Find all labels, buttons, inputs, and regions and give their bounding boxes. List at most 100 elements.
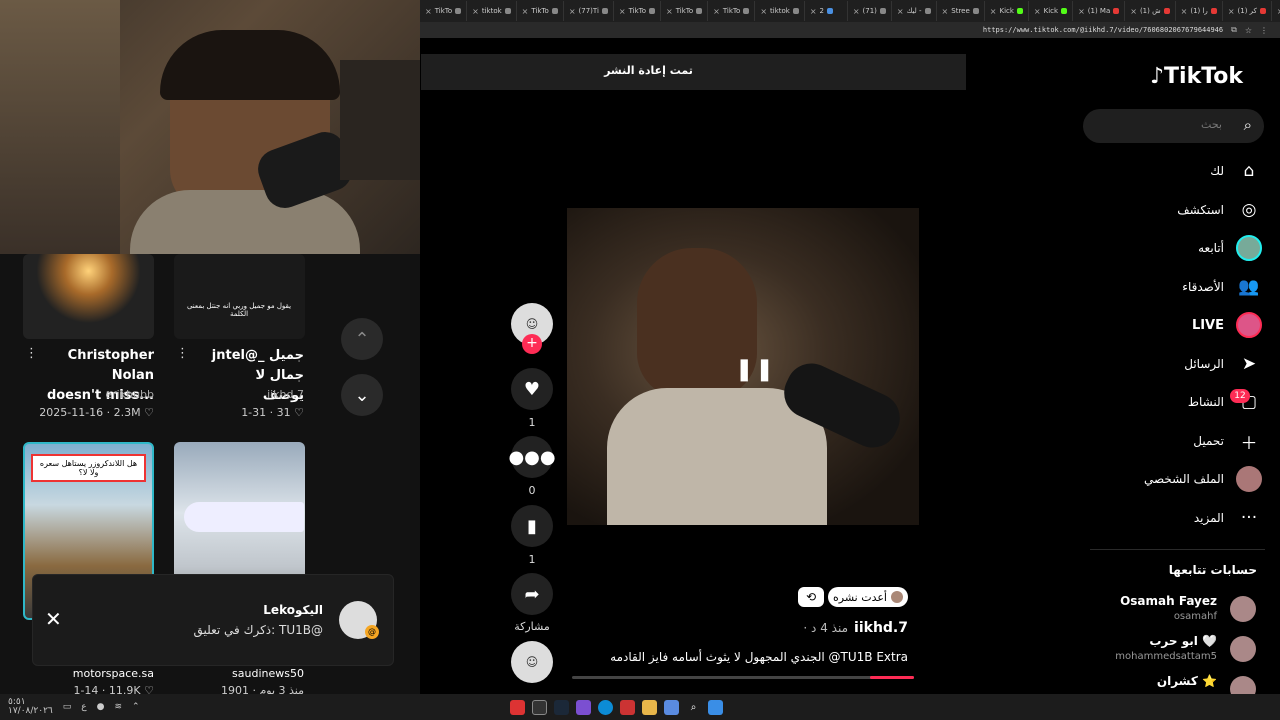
avatar[interactable] xyxy=(1230,596,1256,622)
tab-label: tiktok xyxy=(481,7,502,15)
browser-tab[interactable]: × TikTo xyxy=(517,1,564,21)
browser-tab[interactable]: × TikTo xyxy=(661,1,709,21)
close-tab-icon[interactable]: × xyxy=(425,7,432,16)
comment-button[interactable]: ●●● xyxy=(508,436,556,478)
folder-icon[interactable] xyxy=(642,699,657,715)
steam-icon[interactable] xyxy=(554,699,569,715)
tab-favicon-icon xyxy=(504,8,511,14)
close-tab-icon[interactable]: × xyxy=(666,7,673,16)
chevron-up-icon[interactable]: ⌃ xyxy=(132,702,140,712)
taskbar-apps: ⌕ xyxy=(510,699,723,715)
browser-tab[interactable]: × tiktok xyxy=(755,1,805,21)
person-shirt xyxy=(130,190,360,254)
card-2-author[interactable]: iikhd.7 xyxy=(267,388,304,401)
following-list: Osamah Fayez osamahf ابو حرب 🤍 mohammedsatt… xyxy=(1080,0,1280,694)
browser-tab[interactable]: × TikTo xyxy=(614,1,662,21)
following-handle: osamahf xyxy=(1173,611,1217,622)
edge-icon[interactable] xyxy=(598,699,613,715)
browser-tab[interactable]: × 2 xyxy=(805,1,848,21)
browser-tab[interactable]: × Kick xyxy=(1029,1,1074,21)
card-1-title-line1: Christopher Nolan xyxy=(67,348,154,383)
app-icon-blue[interactable] xyxy=(664,699,679,715)
close-tab-icon[interactable]: × xyxy=(942,7,949,16)
tab-label: (77)Ti xyxy=(578,7,599,15)
toast-text: تمت إعادة النشر xyxy=(604,64,693,77)
close-tab-icon[interactable]: × xyxy=(472,7,479,16)
notification-message: ذكرك في تعليق: TU1B@ xyxy=(193,623,323,637)
sound-avatar[interactable]: ☺ xyxy=(511,641,553,683)
card-4-author[interactable]: saudinews50 xyxy=(232,667,304,680)
scroll-up-button[interactable]: ⌃ xyxy=(341,318,383,360)
notification-icon[interactable]: ▭ xyxy=(63,702,72,712)
browser-tab[interactable]: × Kick xyxy=(985,1,1029,21)
pause-icon[interactable]: ❚❚ xyxy=(735,357,776,382)
close-tab-icon[interactable]: × xyxy=(713,7,720,16)
close-tab-icon[interactable]: × xyxy=(897,7,904,16)
following-name[interactable]: Osamah Fayez xyxy=(1120,594,1217,608)
app-icon-purple[interactable] xyxy=(576,699,591,715)
windows-start-icon[interactable] xyxy=(708,699,723,715)
language-icon[interactable]: ع xyxy=(81,702,86,712)
browser-tab[interactable]: × (71) xyxy=(848,1,892,21)
close-tab-icon[interactable]: × xyxy=(990,7,997,16)
video-author[interactable]: iikhd.7 xyxy=(854,620,908,636)
following-handle: mohammedsattam5 xyxy=(1115,651,1217,662)
tab-label: TikTo xyxy=(722,7,741,15)
person-hair xyxy=(160,30,340,100)
mention-notification[interactable]: ✕ @ Lekoاليكو ذكرك في تعليق: TU1B@ xyxy=(32,574,394,666)
app-icon-task[interactable] xyxy=(532,699,547,715)
close-tab-icon[interactable]: × xyxy=(810,7,817,16)
tab-favicon-icon xyxy=(792,8,799,14)
thumbnail-1[interactable] xyxy=(23,254,154,339)
tab-label: Kick xyxy=(999,7,1014,15)
close-tab-icon[interactable]: × xyxy=(760,7,767,16)
thumbnail-2[interactable]: يقول مو جميل وربي انه جنتل بمعنى الكلمة xyxy=(174,254,305,339)
tab-label: TikTo xyxy=(675,7,694,15)
close-tab-icon[interactable]: × xyxy=(619,7,626,16)
tab-label: 2 xyxy=(819,7,825,15)
browser-tab[interactable]: × TikTo xyxy=(420,1,468,21)
share-button[interactable]: ➦ xyxy=(511,573,553,615)
close-tab-icon[interactable]: × xyxy=(853,7,860,16)
following-name[interactable]: ابو حرب 🤍 xyxy=(1149,634,1217,648)
progress-bar[interactable] xyxy=(572,676,914,679)
search-icon[interactable]: ⌕ xyxy=(686,700,701,715)
avatar[interactable] xyxy=(1230,676,1256,694)
card-3-author[interactable]: motorspace.sa xyxy=(73,667,154,680)
mic-arm xyxy=(340,60,420,180)
card-1-author[interactable]: erikhubb xyxy=(105,388,154,401)
browser-tab[interactable]: × ليك - xyxy=(892,1,937,21)
browser-tab[interactable]: × TikTo xyxy=(708,1,756,21)
thumbnail-3-caption: هل اللاندكروزر يستاهل سعره ولا لا؟ xyxy=(31,454,146,482)
progress-fill xyxy=(869,676,914,679)
network-icon[interactable]: ≋ xyxy=(115,702,123,712)
browser-tab[interactable]: × (77)Ti xyxy=(564,1,614,21)
close-icon[interactable]: ✕ xyxy=(45,607,62,631)
repost-icon[interactable]: ⟲ xyxy=(798,587,824,607)
browser-tab[interactable]: × Stree xyxy=(937,1,985,21)
close-tab-icon[interactable]: × xyxy=(1034,7,1041,16)
tab-favicon-icon xyxy=(879,8,886,14)
mic-icon[interactable]: ● xyxy=(97,702,105,712)
webcam-overlay xyxy=(0,0,420,254)
notification-user: Lekoاليكو xyxy=(263,603,323,617)
card-2-meta: 1-31 · 31 ♡ xyxy=(241,406,304,419)
mention-badge-icon: @ xyxy=(365,625,379,639)
scroll-down-button[interactable]: ⌄ xyxy=(341,374,383,416)
card-1-meta: 2025-11-16 · 2.3M ♡ xyxy=(39,406,154,419)
tab-favicon-icon xyxy=(551,8,558,14)
close-tab-icon[interactable]: × xyxy=(569,7,576,16)
repost-chip[interactable]: أعدت نشره xyxy=(828,587,908,607)
repost-chip-label: أعدت نشره xyxy=(833,590,887,604)
app-icon-red-2[interactable] xyxy=(620,699,635,715)
tab-favicon-icon xyxy=(455,8,462,14)
follow-plus-icon[interactable]: + xyxy=(522,334,542,354)
save-count: 1 xyxy=(528,553,536,566)
browser-tab[interactable]: × tiktok xyxy=(467,1,517,21)
like-button[interactable]: ♥ xyxy=(511,368,553,410)
close-tab-icon[interactable]: × xyxy=(522,7,529,16)
bookmark-button[interactable]: ▮ xyxy=(511,505,553,547)
following-name[interactable]: كشران ⭐ xyxy=(1157,674,1217,688)
avatar[interactable] xyxy=(1230,636,1256,662)
app-icon-red[interactable] xyxy=(510,699,525,715)
